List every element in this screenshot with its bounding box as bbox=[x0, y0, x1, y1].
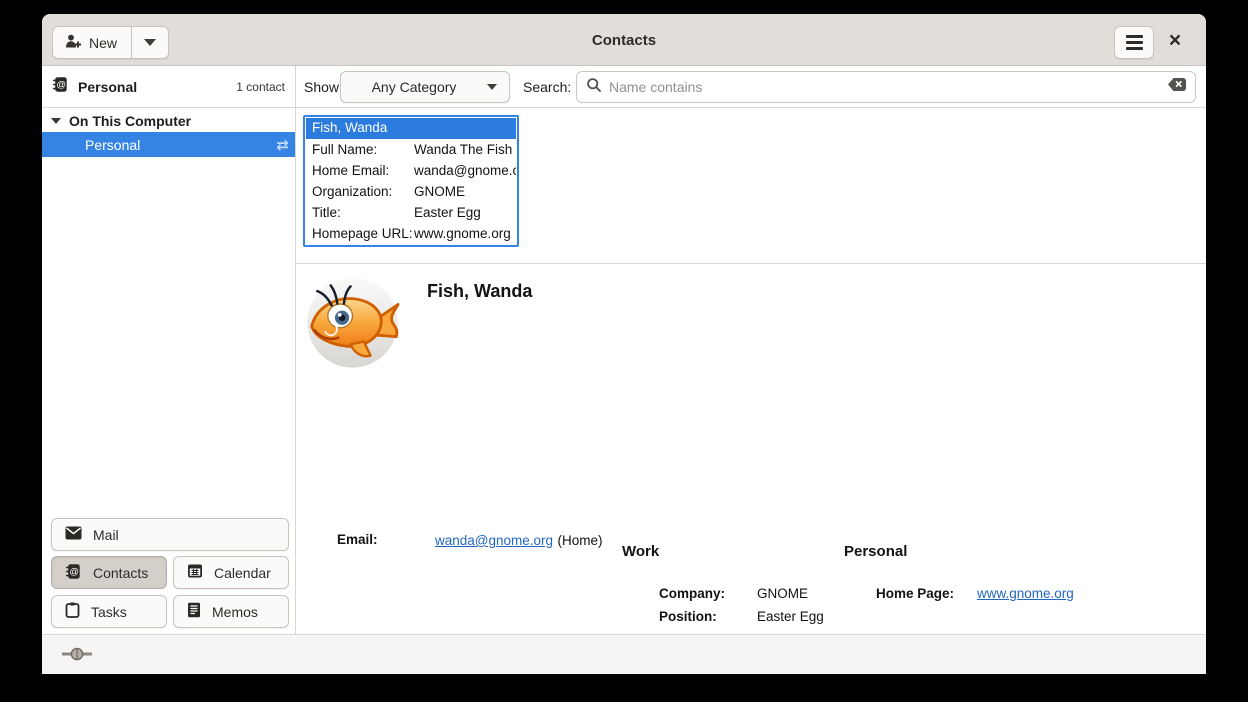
toolbar-row: @ Personal 1 contact Show: Any Category … bbox=[42, 66, 1206, 108]
category-value: Any Category bbox=[341, 79, 487, 95]
headerbar: Contacts New × bbox=[42, 14, 1206, 66]
switcher-calendar-button[interactable]: Calendar bbox=[173, 556, 289, 589]
online-status-icon[interactable] bbox=[62, 646, 92, 667]
contact-display-name: Fish, Wanda bbox=[427, 281, 532, 302]
contact-minicard[interactable]: Fish, Wanda Full Name: Wanda The Fish Ho… bbox=[303, 115, 519, 247]
company-value: GNOME bbox=[757, 586, 808, 601]
new-contact-button[interactable]: New bbox=[53, 27, 132, 58]
minicard-row: Homepage URL: www.gnome.org bbox=[306, 223, 516, 244]
avatar bbox=[305, 275, 400, 370]
search-input[interactable] bbox=[609, 79, 1160, 95]
chevron-down-icon bbox=[144, 39, 156, 46]
minicard-header: Fish, Wanda bbox=[306, 118, 516, 139]
addressbook-header: @ Personal 1 contact bbox=[42, 66, 296, 107]
switcher-tasks-label: Tasks bbox=[91, 604, 127, 620]
expander-icon[interactable] bbox=[51, 118, 61, 124]
switcher-tasks-button[interactable]: Tasks bbox=[51, 595, 167, 628]
minicard-row: Organization: GNOME bbox=[306, 181, 516, 202]
search-label: Search: bbox=[523, 66, 571, 107]
main-area: On This Computer Personal ⇄ Mail bbox=[42, 108, 1206, 634]
window-title: Contacts bbox=[42, 14, 1206, 66]
sync-icon[interactable]: ⇄ bbox=[276, 132, 289, 157]
tree-item-personal[interactable]: Personal ⇄ bbox=[42, 132, 295, 157]
chevron-down-icon bbox=[487, 84, 497, 90]
tree-item-label: Personal bbox=[85, 137, 140, 153]
minicard-row: Home Email: wanda@gnome.org bbox=[306, 160, 516, 181]
search-field[interactable] bbox=[576, 71, 1196, 103]
switcher-memos-button[interactable]: Memos bbox=[173, 595, 289, 628]
homepage-link[interactable]: www.gnome.org bbox=[977, 586, 1074, 601]
minicard-row: Title: Easter Egg bbox=[306, 202, 516, 223]
hamburger-icon bbox=[1126, 35, 1143, 38]
personal-section-heading: Personal bbox=[844, 543, 907, 560]
new-dropdown-button[interactable] bbox=[132, 27, 168, 58]
homepage-label: Home Page: bbox=[876, 586, 954, 601]
switcher-mail-label: Mail bbox=[93, 527, 119, 543]
svg-text:@: @ bbox=[56, 79, 66, 90]
switcher-contacts-label: Contacts bbox=[93, 565, 148, 581]
new-contact-icon bbox=[65, 33, 82, 52]
contact-list-pane: Fish, Wanda Full Name: Wanda The Fish Ho… bbox=[296, 108, 1206, 263]
tasks-icon bbox=[65, 602, 80, 621]
sidebar: On This Computer Personal ⇄ Mail bbox=[42, 108, 296, 634]
close-button[interactable]: × bbox=[1158, 24, 1192, 58]
position-value: Easter Egg bbox=[757, 609, 824, 624]
tree-root-on-this-computer[interactable]: On This Computer bbox=[42, 110, 295, 132]
memos-icon bbox=[187, 602, 201, 621]
tree-root-label: On This Computer bbox=[69, 113, 191, 129]
contacts-icon: @ bbox=[65, 563, 82, 583]
email-context: (Home) bbox=[557, 533, 602, 548]
evolution-window: Contacts New × bbox=[42, 14, 1206, 674]
company-label: Company: bbox=[659, 586, 725, 601]
contact-count: 1 contact bbox=[236, 80, 285, 94]
calendar-icon bbox=[187, 563, 203, 582]
email-label: Email: bbox=[337, 532, 378, 547]
addressbook-name: Personal bbox=[78, 79, 227, 95]
clear-search-icon[interactable] bbox=[1167, 77, 1187, 97]
switcher-contacts-button[interactable]: @ Contacts bbox=[51, 556, 167, 589]
statusbar bbox=[42, 634, 1206, 674]
switcher-mail-button[interactable]: Mail bbox=[51, 518, 289, 551]
work-section-heading: Work bbox=[622, 543, 659, 560]
position-label: Position: bbox=[659, 609, 717, 624]
search-icon bbox=[586, 77, 602, 98]
email-link[interactable]: wanda@gnome.org bbox=[435, 533, 553, 548]
switcher-memos-label: Memos bbox=[212, 604, 258, 620]
contact-preview-pane: Fish, Wanda Email: wanda@gnome.org (Home… bbox=[296, 264, 1206, 634]
show-label: Show: bbox=[304, 66, 343, 107]
switcher-calendar-label: Calendar bbox=[214, 565, 271, 581]
addressbook-icon: @ bbox=[52, 76, 69, 98]
new-button-label: New bbox=[89, 35, 117, 51]
mail-icon bbox=[65, 526, 82, 543]
minicard-row: Full Name: Wanda The Fish bbox=[306, 139, 516, 160]
app-menu-button[interactable] bbox=[1114, 26, 1154, 59]
new-contact-split-button[interactable]: New bbox=[52, 26, 169, 59]
svg-text:@: @ bbox=[69, 566, 79, 577]
category-dropdown[interactable]: Any Category bbox=[340, 71, 510, 103]
close-icon: × bbox=[1169, 29, 1181, 53]
